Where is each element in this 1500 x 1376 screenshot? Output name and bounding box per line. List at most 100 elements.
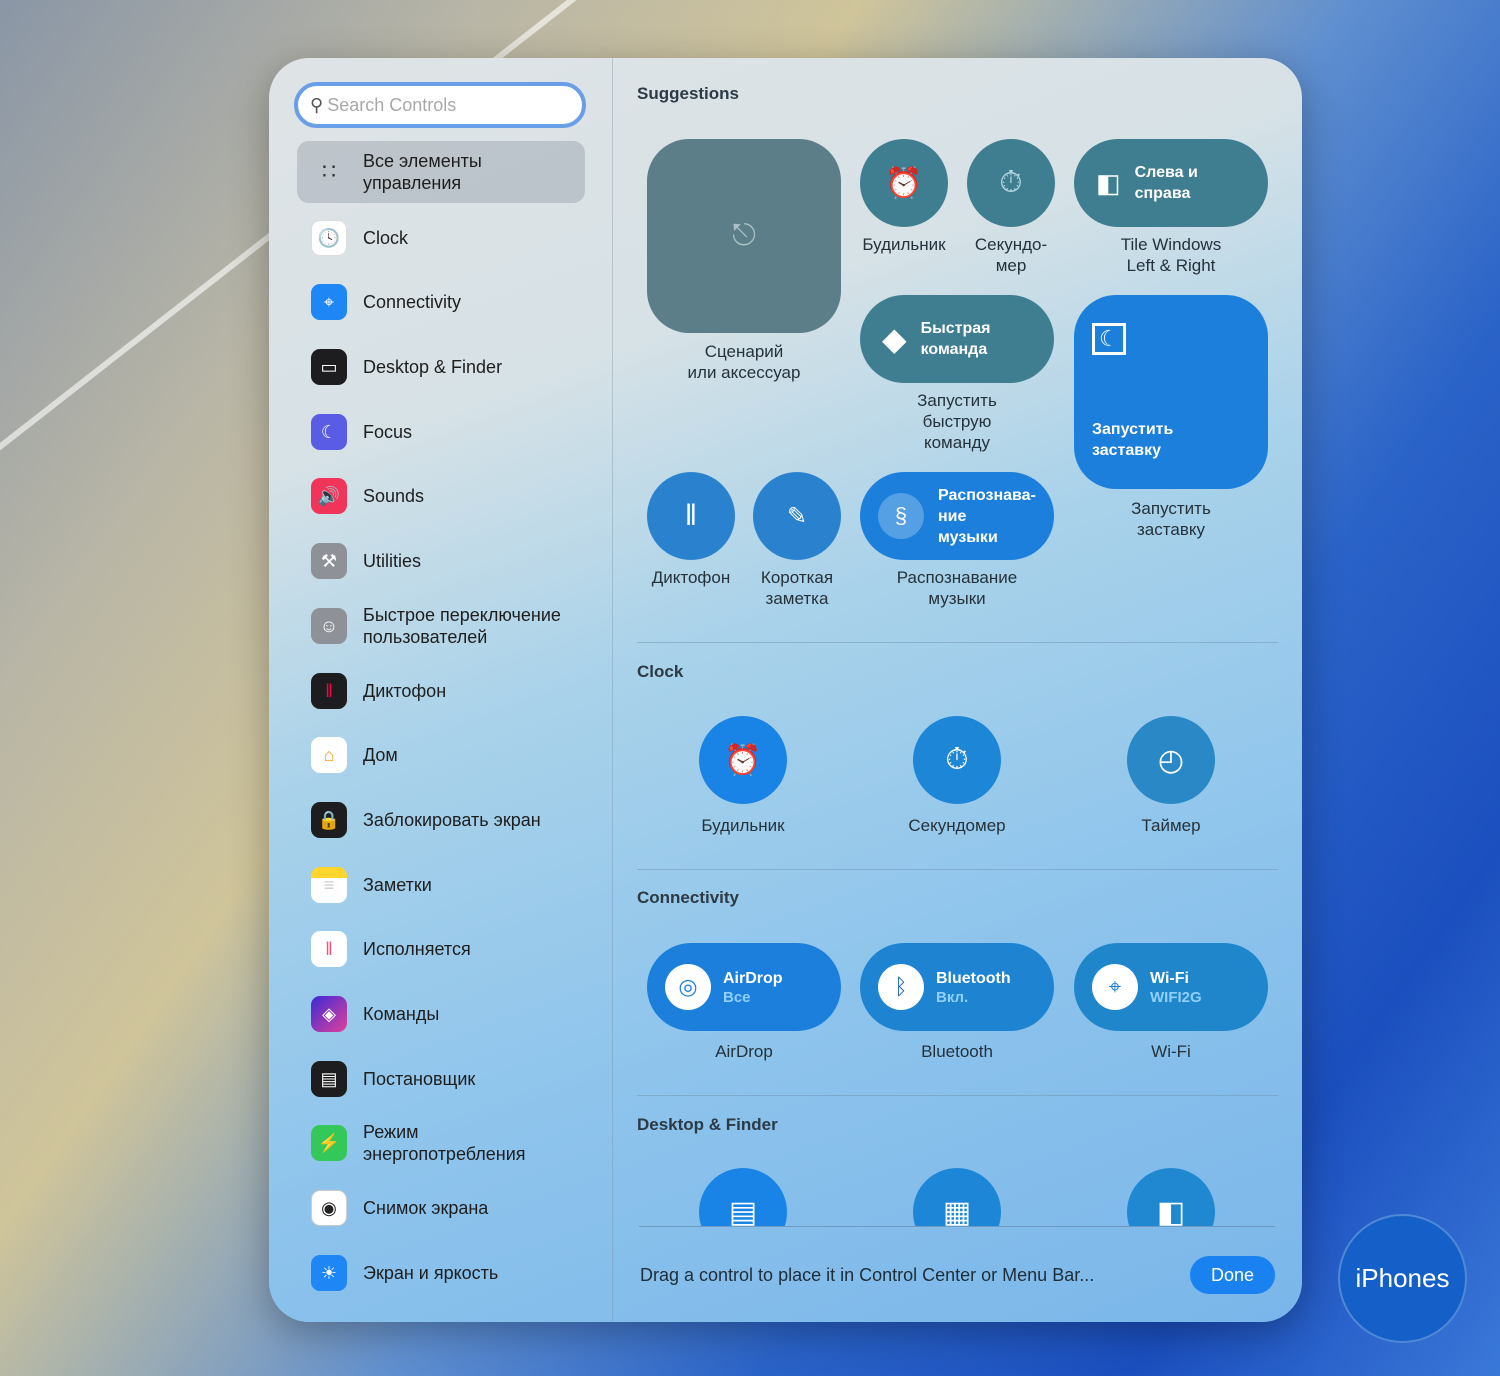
airdrop-tile[interactable]: ◎ AirDrop Все	[647, 943, 841, 1031]
sidebar-item-all[interactable]: ∷ Все элементы управления	[297, 141, 585, 203]
app-store-dashed-icon: ⎋	[732, 219, 756, 252]
sidebar-item-shortcuts[interactable]: ◈ Команды	[297, 983, 585, 1045]
sidebar-item-label: Диктофон	[363, 681, 447, 701]
tile-windows-grid-tile[interactable]: ▦	[913, 1168, 1001, 1226]
wifi-icon: ⌖	[311, 284, 347, 320]
tile-text: Распознава- ние музыки	[938, 486, 1036, 546]
voice-memo-tile[interactable]: ‖	[647, 472, 735, 560]
desktop-icon: ▭	[311, 349, 347, 385]
sidebar-item-label: Clock	[363, 228, 409, 248]
tile-text: Wi-Fi	[1150, 970, 1189, 987]
shortcuts-layers-icon: ◆	[882, 321, 907, 357]
tile-status: Вкл.	[936, 989, 969, 1006]
alarm-clock-icon: ⏰	[724, 743, 762, 777]
sidebar-item-label: Команды	[363, 1004, 440, 1024]
stage-manager-icon: ▤	[728, 1195, 758, 1227]
notes-icon: ≡	[311, 867, 347, 903]
speaker-icon: 🔊	[311, 478, 347, 514]
sidebar-item-label: Исполняется	[363, 939, 471, 959]
search-icon: ⚲	[310, 94, 324, 115]
wifi-tile[interactable]: ⌖ Wi-Fi WIFI2G	[1074, 943, 1268, 1031]
sidebar-item-label: Снимок экрана	[363, 1198, 489, 1218]
tile-label: Wi-Fi	[1151, 1042, 1191, 1061]
shortcut-tile[interactable]: ◆ Быстрая команда	[860, 295, 1054, 383]
bluetooth-icon: ᛒ	[878, 964, 924, 1010]
sidebar-item-sounds[interactable]: 🔊 Sounds	[297, 465, 585, 527]
sidebar-item-label: Режим энергопотребления	[363, 1122, 526, 1164]
sidebar-item-display-brightness[interactable]: ☀ Экран и яркость	[297, 1242, 585, 1304]
sidebar-item-voice-memos[interactable]: ‖ Диктофон	[297, 660, 585, 722]
sidebar-item-lock-screen[interactable]: 🔒 Заблокировать экран	[297, 789, 585, 851]
user-icon: ☺	[311, 608, 347, 644]
tile-left-right-icon: ◧	[1096, 167, 1121, 198]
sidebar-item-screenshot[interactable]: ◉ Снимок экрана	[297, 1177, 585, 1239]
clock-timer-tile[interactable]: ◴	[1127, 716, 1215, 804]
tile-text: Запустить заставку	[1092, 421, 1174, 459]
sidebar-item-clock[interactable]: 🕓 Clock	[297, 207, 585, 269]
music-recognition-tile[interactable]: § Распознава- ние музыки	[860, 472, 1054, 560]
tile-text: Быстрая команда	[920, 320, 991, 358]
search-field[interactable]: ⚲	[294, 82, 586, 128]
sidebar-item-now-playing[interactable]: ‖ Исполняется	[297, 918, 585, 980]
divider	[637, 642, 1278, 643]
sidebar-item-fast-user-switching[interactable]: ☺ Быстрое переключение пользователей	[297, 595, 585, 657]
stopwatch-tile[interactable]: ⏱	[967, 139, 1055, 227]
sidebar-item-connectivity[interactable]: ⌖ Connectivity	[297, 271, 585, 333]
tile-status: Все	[723, 989, 751, 1006]
home-icon: ⌂	[311, 737, 347, 773]
sidebar-item-energy-mode[interactable]: ⚡ Режим энергопотребления	[297, 1112, 585, 1174]
sidebar-item-label: Экран и яркость	[363, 1263, 499, 1283]
sidebar-item-stage-manager[interactable]: ▤ Постановщик	[297, 1048, 585, 1110]
sidebar-item-label: Desktop & Finder	[363, 357, 503, 377]
search-input[interactable]	[327, 94, 568, 116]
window-grid-icon: ▦	[942, 1195, 972, 1227]
sidebar-item-label: Заметки	[363, 875, 432, 895]
screensaver-tile[interactable]: ☾ Запустить заставку	[1074, 295, 1268, 489]
divider	[637, 1095, 1278, 1096]
sidebar-item-label: Focus	[363, 422, 413, 442]
sidebar-item-focus[interactable]: ☾ Focus	[297, 401, 585, 463]
wifi-icon: ⌖	[1092, 964, 1138, 1010]
tools-icon: ⚒	[311, 543, 347, 579]
clock-stopwatch-tile[interactable]: ⏱	[913, 716, 1001, 804]
quick-note-tile[interactable]: ✎	[753, 472, 841, 560]
sidebar-item-label: Постановщик	[363, 1069, 476, 1089]
done-button[interactable]: Done	[1190, 1256, 1275, 1294]
moon-icon: ☾	[311, 414, 347, 450]
grid-icon: ∷	[322, 159, 336, 184]
tile-windows-tile[interactable]: ◧ Слева и справа	[1074, 139, 1268, 227]
stage-manager-tile[interactable]: ▤	[699, 1168, 787, 1226]
section-title-connectivity: Connectivity	[637, 888, 740, 907]
shazam-icon: §	[878, 493, 924, 539]
tile-text: Bluetooth	[936, 970, 1011, 987]
brightness-icon: ☀	[311, 1255, 347, 1291]
tile-left-tile[interactable]: ◧	[1127, 1168, 1215, 1226]
bluetooth-tile[interactable]: ᛒ Bluetooth Вкл.	[860, 943, 1054, 1031]
sidebar-item-utilities[interactable]: ⚒ Utilities	[297, 530, 585, 592]
watermark-logo: iPhones	[1338, 1214, 1467, 1343]
sidebar-item-label: Дом	[363, 745, 398, 765]
sidebar-item-notes[interactable]: ≡ Заметки	[297, 854, 585, 916]
footer-hint: Drag a control to place it in Control Ce…	[640, 1265, 1095, 1285]
stage-manager-icon: ▤	[311, 1061, 347, 1097]
shortcuts-icon: ◈	[311, 996, 347, 1032]
alarm-tile[interactable]: ⏰	[860, 139, 948, 227]
tile-label: Таймер	[1141, 816, 1201, 835]
sidebar-item-label: Utilities	[363, 551, 422, 571]
footer-divider	[639, 1226, 1275, 1227]
sidebar-item-home[interactable]: ⌂ Дом	[297, 724, 585, 786]
sidebar-item-label: Заблокировать экран	[363, 810, 541, 830]
tile-status: WIFI2G	[1150, 989, 1202, 1006]
quick-note-icon: ✎	[786, 502, 808, 530]
tile-label: Tile Windows Left & Right	[1120, 235, 1222, 275]
stopwatch-icon: ⏱	[999, 166, 1023, 199]
sidebar-item-desktop-finder[interactable]: ▭ Desktop & Finder	[297, 336, 585, 398]
tile-left-icon: ◧	[1156, 1195, 1186, 1227]
tile-label: Секундомер	[908, 816, 1006, 835]
clock-icon: 🕓	[311, 220, 347, 256]
timer-icon: ◴	[1157, 743, 1185, 777]
clock-alarm-tile[interactable]: ⏰	[699, 716, 787, 804]
waveform-icon: ‖	[311, 673, 347, 709]
waveform-icon: ‖	[684, 499, 698, 532]
sidebar: ⚲ ∷ Все элементы управления 🕓 Clock ⌖ Conne…	[269, 58, 613, 1322]
